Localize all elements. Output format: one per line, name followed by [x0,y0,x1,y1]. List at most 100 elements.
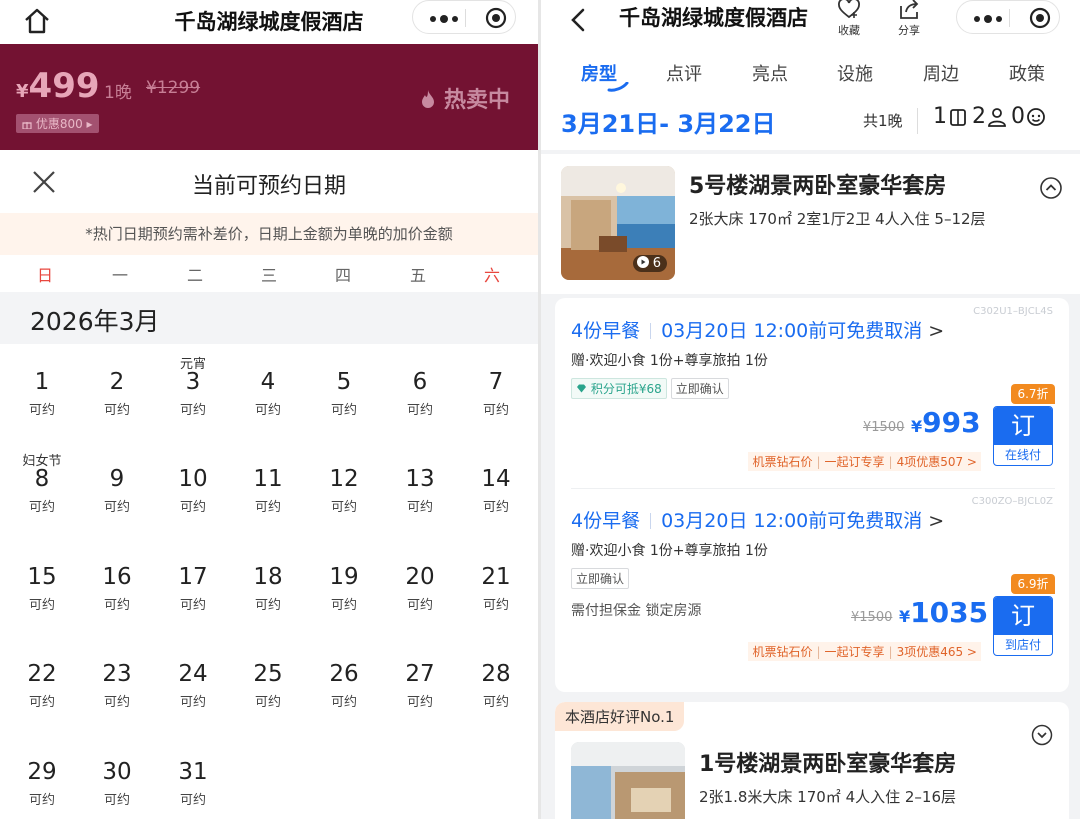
calendar-day[interactable]: 14 可约 [461,450,531,520]
day-number: 15 [27,564,57,590]
coupon-badge[interactable]: 优惠800 ▸ [16,114,99,133]
rate-plan[interactable]: C302U1–BJCL4S 4份早餐 03月20日 12:00前可免费取消 > 赠… [555,298,1069,489]
calendar-day[interactable]: 26 可约 [309,645,379,715]
calendar-day[interactable]: 30 可约 [82,743,152,813]
play-icon [636,256,649,268]
occupancy-selector[interactable]: 120 [933,104,1050,129]
calendar-day[interactable]: 22 可约 [7,645,77,715]
tab-nearby[interactable]: 周边 [911,60,971,86]
day-status: 可约 [406,598,433,613]
rate-guarantee: 需付担保金 锁定房源 [571,603,702,619]
section-tabs: 房型 点评 亮点 设施 周边 政策 [541,44,1080,96]
calendar-day[interactable]: 19 可约 [309,548,379,618]
rate-plan[interactable]: C300ZO–BJCL0Z 4份早餐 03月20日 12:00前可免费取消 > 赠… [555,488,1069,678]
day-status: 可约 [330,695,357,710]
tab-highlights[interactable]: 亮点 [740,60,800,86]
day-status: 可约 [103,598,130,613]
mini-program-capsule-right [956,0,1060,34]
date-picker-sheet: 当前可预约日期 *热门日期预约需补差价，日期上金额为单晚的加价金额 日 一 二 … [0,150,538,819]
rate-offers[interactable]: 机票钻石价 | 一起订专享 | 3项优惠465 > [748,642,981,661]
book-button[interactable]: 订 在线付 [993,406,1053,466]
target-icon[interactable] [485,7,507,29]
points-tag: 积分可抵¥68 [571,378,667,399]
stay-dates[interactable]: 3月21日- 3月22日 [561,104,776,139]
media-count-badge: 6 [632,255,667,272]
calendar-day[interactable]: 24 可约 [158,645,228,715]
discount-badge: 6.7折 [1011,384,1055,404]
day-number: 19 [329,564,359,590]
calendar-day[interactable]: 23 可约 [82,645,152,715]
hot-sale-label: 热卖中 [420,82,510,114]
room-photo[interactable]: 6 [561,166,675,280]
day-status: 可约 [406,403,433,418]
expand-icon[interactable] [1031,724,1053,746]
calendar-day[interactable]: 6 可约 [385,353,455,423]
day-status: 可约 [103,403,130,418]
favorite-button[interactable]: 收藏 [829,0,869,38]
calendar-day[interactable]: 1 可约 [7,353,77,423]
stay-date-bar[interactable]: 3月21日- 3月22日 共1晚 120 [541,96,1080,150]
calendar-day[interactable]: 4 可约 [233,353,303,423]
calendar-day[interactable]: 29 可约 [7,743,77,813]
room-photo-art [571,742,685,819]
calendar-day[interactable]: 20 可约 [385,548,455,618]
promo-per-night: 1晚 [104,83,132,103]
calendar-day[interactable]: 27 可约 [385,645,455,715]
tab-policies[interactable]: 政策 [997,60,1057,86]
calendar-day[interactable]: 12 可约 [309,450,379,520]
book-button[interactable]: 订 到店付 [993,596,1053,656]
room-photo[interactable] [571,742,685,819]
rate-code: C302U1–BJCL4S [973,306,1053,317]
weekday-wed: 三 [260,266,277,285]
calendar-day[interactable]: 13 可约 [385,450,455,520]
calendar-day[interactable]: 妇女节 8 可约 [7,450,77,520]
calendar-day[interactable]: 5 可约 [309,353,379,423]
day-status: 可约 [179,793,206,808]
calendar-day[interactable]: 18 可约 [233,548,303,618]
promo-original-price: ¥1299 [146,78,201,98]
day-status: 可约 [482,695,509,710]
calendar-day[interactable]: 15 可约 [7,548,77,618]
rate-meal-and-cancel[interactable]: 4份早餐 03月20日 12:00前可免费取消 > [571,506,944,533]
rate-offers[interactable]: 机票钻石价 | 一起订专享 | 4项优惠507 > [748,452,981,471]
stay-nights: 共1晚 [863,112,903,130]
room-card-villa5[interactable]: 6 5号楼湖景两卧室豪华套房 2张大床 170㎡ 2室1厅2卫 4人入住 5–1… [541,154,1080,294]
rate-original-price: ¥1500 [851,610,893,625]
calendar-day[interactable]: 7 可约 [461,353,531,423]
weekday-mon: 一 [111,266,128,285]
day-status: 可约 [179,695,206,710]
day-status: 可约 [28,598,55,613]
day-status: 可约 [330,500,357,515]
calendar-day[interactable]: 31 可约 [158,743,228,813]
back-icon[interactable] [567,6,591,34]
room-spec: 2张1.8米大床 170㎡ 4人入住 2–16层 [699,788,957,806]
calendar-day[interactable]: 21 可约 [461,548,531,618]
tab-reviews[interactable]: 点评 [654,60,714,86]
calendar-day[interactable]: 2 可约 [82,353,152,423]
rate-meal-and-cancel[interactable]: 4份早餐 03月20日 12:00前可免费取消 > [571,316,944,343]
calendar-day[interactable]: 9 可约 [82,450,152,520]
rate-price: ¥993 [911,406,981,439]
calendar-day[interactable]: 16 可约 [82,548,152,618]
day-number: 3 [185,369,201,395]
share-button[interactable]: 分享 [889,0,929,38]
rate-gift: 赠·欢迎小食 1份+尊享旅拍 1份 [571,543,768,559]
day-number: 27 [405,661,435,687]
room-card-villa1[interactable]: 本酒店好评No.1 1号楼湖景两卧室豪华套房 2张1.8米大床 170㎡ 4人入… [555,702,1069,819]
calendar-day[interactable]: 25 可约 [233,645,303,715]
collapse-icon[interactable] [1039,176,1063,200]
tab-facilities[interactable]: 设施 [825,60,885,86]
more-dots-icon[interactable] [973,15,1003,23]
day-status: 可约 [254,403,281,418]
calendar-day[interactable]: 元宵 3 可约 [158,353,228,423]
bed-icon [950,109,966,126]
calendar-day[interactable]: 17 可约 [158,548,228,618]
target-icon[interactable] [1029,7,1051,29]
calendar-day[interactable]: 28 可约 [461,645,531,715]
tab-room-types[interactable]: 房型 [569,60,629,92]
day-number: 21 [481,564,511,590]
calendar-day[interactable]: 11 可约 [233,450,303,520]
more-dots-icon[interactable] [429,15,459,23]
weekday-fri: 五 [409,266,426,285]
calendar-day[interactable]: 10 可约 [158,450,228,520]
